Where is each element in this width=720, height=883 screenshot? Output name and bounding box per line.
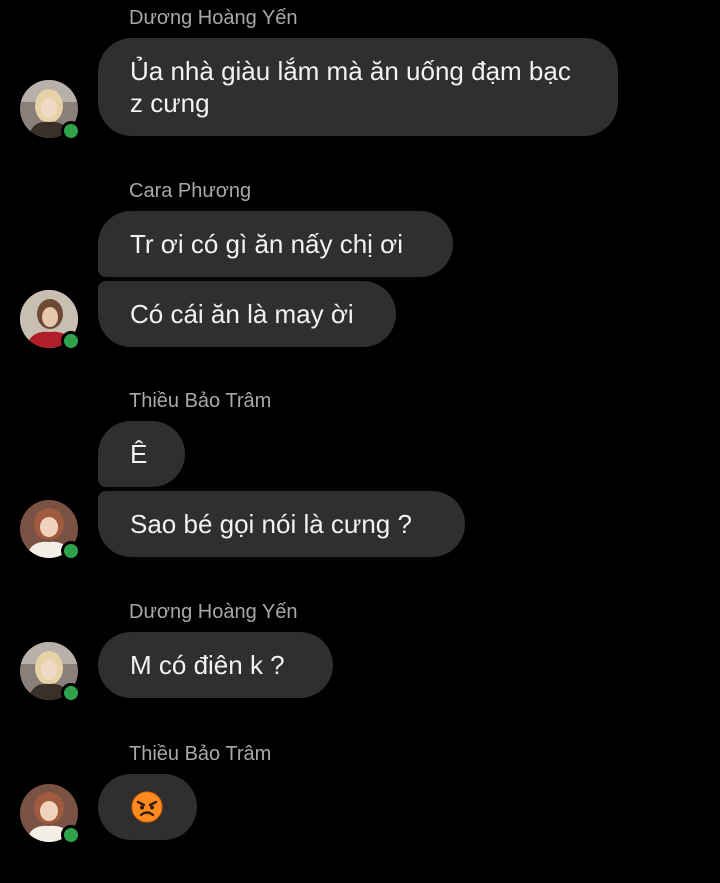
avatar[interactable] — [20, 784, 81, 845]
angry-face-emoji-icon — [131, 791, 163, 823]
online-status-icon — [61, 331, 81, 351]
message-bubble[interactable] — [98, 774, 197, 840]
message-bubble[interactable]: Tr ơi có gì ăn nấy chị ơi — [98, 211, 453, 277]
sender-name: Thiều Bảo Trâm — [129, 743, 272, 765]
online-status-icon — [61, 541, 81, 561]
message-text: Sao bé gọi nói là cưng ? — [130, 509, 412, 539]
online-status-icon — [61, 121, 81, 141]
avatar[interactable] — [20, 290, 81, 351]
message-text: M có điên k ? — [130, 650, 285, 680]
message-text: Có cái ăn là may ời — [130, 299, 354, 329]
message-bubble[interactable]: Có cái ăn là may ời — [98, 281, 396, 347]
message-text: Tr ơi có gì ăn nấy chị ơi — [130, 229, 404, 259]
message-bubble[interactable]: Ê — [98, 421, 185, 487]
sender-name: Dương Hoàng Yến — [129, 7, 298, 29]
message-text: Ê — [130, 439, 148, 469]
message-bubble[interactable]: Ủa nhà giàu lắm mà ăn uống đạm bạc z cưn… — [98, 38, 618, 136]
message-text: Ủa nhà giàu lắm mà ăn uống đạm bạc z cưn… — [130, 56, 571, 118]
avatar[interactable] — [20, 500, 81, 561]
avatar[interactable] — [20, 642, 81, 703]
online-status-icon — [61, 683, 81, 703]
sender-name: Cara Phương — [129, 180, 252, 202]
sender-name: Dương Hoàng Yến — [129, 601, 298, 623]
avatar[interactable] — [20, 80, 81, 141]
message-bubble[interactable]: M có điên k ? — [98, 632, 333, 698]
sender-name: Thiều Bảo Trâm — [129, 390, 272, 412]
message-bubble[interactable]: Sao bé gọi nói là cưng ? — [98, 491, 465, 557]
online-status-icon — [61, 825, 81, 845]
